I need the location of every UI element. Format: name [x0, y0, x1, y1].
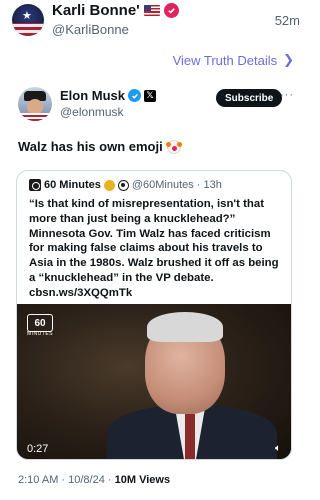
- avatar[interactable]: [18, 87, 52, 121]
- view-truth-details-link[interactable]: View Truth Details ❯: [173, 53, 294, 68]
- post-text: Walz has his own emoji: [18, 139, 163, 154]
- views-count: 10M: [114, 474, 137, 486]
- star-icon: ★: [22, 9, 32, 22]
- sixty-minutes-logo-sub: MINUTES: [27, 331, 53, 337]
- handle[interactable]: @elonmusk: [60, 105, 124, 119]
- chevron-right-icon: ❯: [283, 53, 294, 68]
- view-truth-details-label: View Truth Details: [172, 53, 278, 68]
- views-label: Views: [139, 474, 171, 486]
- outer-post-header: ★ Karli Bonne' @KarliBonne 52m: [0, 0, 310, 44]
- flag-stripes: [12, 23, 44, 36]
- quoted-time: · 13h: [196, 179, 222, 191]
- quoted-post-body: “Is that kind of misrepresentation, isn'…: [29, 198, 279, 299]
- post-meta: 2:10 AM · 10/8/24 · 10M Views: [18, 474, 170, 486]
- avatar[interactable]: ★: [12, 4, 44, 36]
- gold-verified-badge-icon: [103, 179, 115, 191]
- quoted-handle[interactable]: @60Minutes: [132, 179, 194, 191]
- verified-badge-icon: [128, 89, 142, 102]
- quoted-post-card[interactable]: 60 Minutes @60Minutes · 13h “Is that kin…: [16, 170, 292, 460]
- video-figure-tie: [185, 414, 195, 459]
- more-icon[interactable]: ···: [280, 89, 294, 101]
- post-time: 52m: [274, 13, 300, 28]
- embedded-post-header: Elon Musk 𝕏 @elonmusk Subscribe ···: [18, 87, 298, 123]
- cbs-avatar-icon: [29, 179, 41, 191]
- quoted-display-name[interactable]: 60 Minutes: [44, 179, 101, 191]
- handle[interactable]: @KarliBonne: [52, 22, 129, 37]
- post-timestamp: 2:10 AM · 10/8/24 ·: [18, 474, 112, 486]
- cbs-eye-icon: [117, 179, 129, 191]
- sound-icon[interactable]: 🔈︎: [275, 443, 281, 454]
- verified-badge-icon: [163, 3, 179, 18]
- video-player[interactable]: 60 MINUTES 0:27 🔈︎: [17, 304, 291, 459]
- flag-stripes: [18, 113, 52, 121]
- us-flag-icon: [143, 5, 160, 16]
- post-text-row: Walz has his own emoji: [18, 139, 181, 154]
- x-logo-icon: 𝕏: [144, 89, 157, 102]
- subscribe-button[interactable]: Subscribe: [216, 89, 283, 107]
- quoted-post-header: 60 Minutes @60Minutes · 13h: [29, 179, 222, 191]
- embedded-name-row: Elon Musk 𝕏: [60, 88, 157, 103]
- clown-emoji-icon: [165, 139, 181, 154]
- video-figure-hair: [147, 312, 223, 342]
- display-name[interactable]: Karli Bonne': [52, 2, 140, 19]
- display-name[interactable]: Elon Musk: [60, 88, 125, 103]
- outer-name-row: Karli Bonne': [52, 2, 179, 19]
- subscribe-label: Subscribe: [225, 92, 274, 104]
- sixty-minutes-logo: 60: [27, 314, 53, 332]
- video-duration: 0:27: [27, 443, 49, 455]
